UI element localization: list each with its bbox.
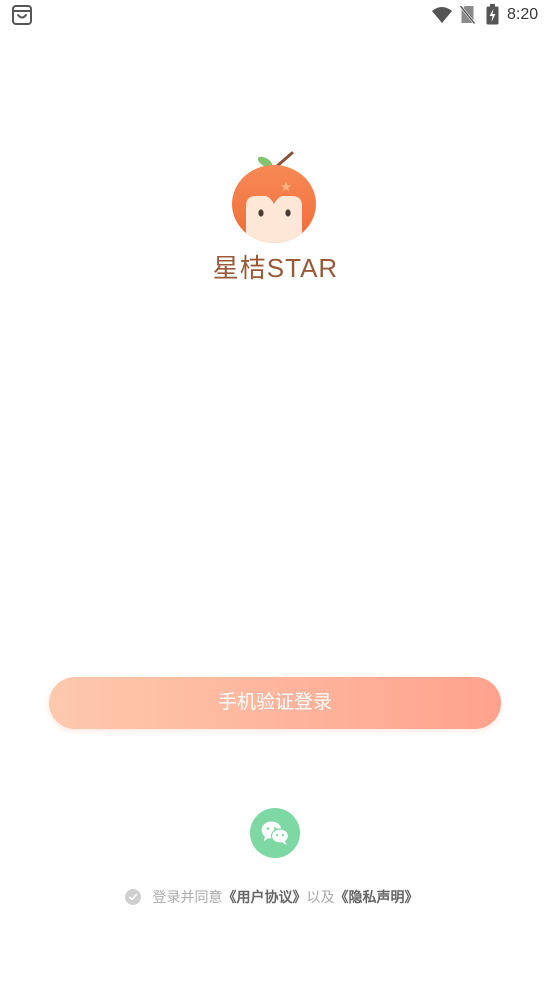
app-notification-icon (12, 5, 32, 25)
orange-mascot-icon (232, 151, 316, 243)
privacy-statement-link[interactable]: 《隐私声明》 (335, 887, 419, 907)
login-screen: 8:20 星桔STAR 手机验证登录 登录并同意 《用户协议》 以及 《隐私声明… (0, 0, 551, 981)
phone-verification-login-button[interactable]: 手机验证登录 (49, 677, 501, 729)
no-sim-icon (460, 5, 475, 24)
brand-name: 星桔STAR (212, 253, 339, 283)
user-agreement-link[interactable]: 《用户协议》 (223, 887, 307, 907)
wechat-login-button[interactable] (250, 808, 300, 858)
agreement-row: 登录并同意 《用户协议》 以及 《隐私声明》 (0, 887, 551, 907)
agreement-prefix: 登录并同意 (152, 889, 223, 905)
agreement-checkbox[interactable] (124, 889, 141, 905)
status-bar: 8:20 (0, 0, 551, 30)
check-circle-icon (128, 893, 137, 901)
wifi-icon (432, 7, 452, 23)
status-time: 8:20 (507, 6, 539, 23)
agreement-conjunction: 以及 (306, 889, 335, 905)
wechat-icon (261, 821, 290, 845)
battery-charging-icon (486, 4, 499, 25)
